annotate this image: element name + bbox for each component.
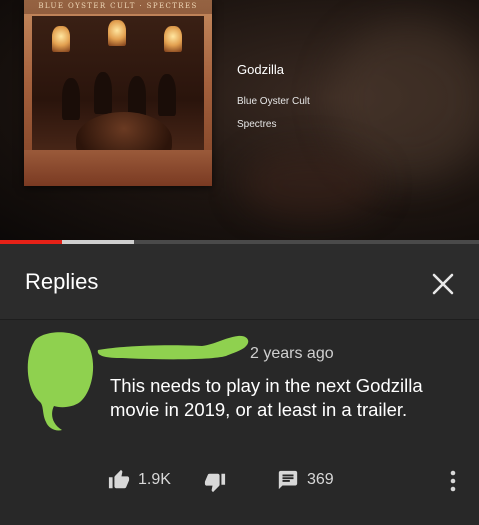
track-title: Godzilla [237,62,284,77]
more-vert-icon [450,470,456,492]
like-count: 1.9K [138,471,171,488]
comment: 2 years ago This needs to play in the ne… [0,320,479,525]
close-button[interactable] [425,266,461,302]
floor-shape [24,150,212,186]
lamp-shape [52,26,70,52]
reply-count: 369 [307,471,334,488]
reply-icon [278,470,298,490]
thumbs-up-icon [108,469,130,489]
video-player[interactable]: BLUE OYSTER CULT · SPECTRES Godzilla Blu… [0,0,479,244]
lamp-shape [108,20,126,46]
replies-title: Replies [25,269,99,294]
avatar-redacted [27,332,94,431]
comment-text: This needs to play in the next Godzilla … [110,375,423,420]
reply-button[interactable]: 369 [277,469,334,491]
comment-actions: 1.9K 369 [0,465,479,499]
more-options-button[interactable] [446,468,460,494]
lamp-shape [164,26,182,52]
figure-shape [62,78,80,120]
close-icon [432,273,454,295]
album-cover-text: BLUE OYSTER CULT · SPECTRES [24,0,212,14]
username-redacted [97,335,249,360]
track-album: Spectres [237,119,277,130]
figure-shape [158,74,176,116]
thumbs-down-icon [204,473,226,493]
like-button[interactable]: 1.9K [108,469,171,491]
album-cover-art [32,16,204,168]
comment-timestamp: 2 years ago [250,345,334,362]
replies-header: Replies [0,244,479,320]
dislike-button[interactable] [204,471,226,493]
background-blur [330,20,479,180]
album-cover: BLUE OYSTER CULT · SPECTRES [24,0,212,186]
background-blur [240,150,380,220]
track-artist: Blue Oyster Cult [237,96,310,107]
figure-shape [94,72,112,114]
